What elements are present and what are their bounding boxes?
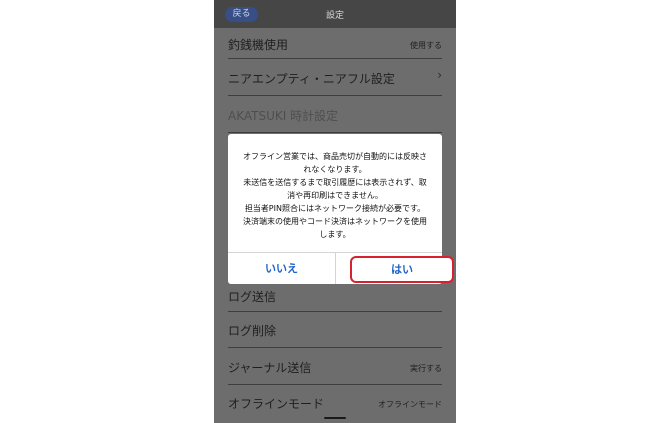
offline-confirm-dialog: オフライン営業では、商品売切が自動的には反映さ れなくなります。 未送信を送信す… [228,134,454,284]
yes-button[interactable]: はい [350,256,454,283]
setting-row-offline-mode[interactable]: オフラインモード オフラインモード [228,385,442,421]
top-nav-bar: 戻る 設定 [214,0,456,28]
dialog-message-line: れなくなります。 [303,165,367,174]
chevron-right-icon: › [437,68,442,82]
dialog-message: オフライン営業では、商品売切が自動的には反映さ れなくなります。 未送信を送信す… [236,150,434,241]
setting-value-offline-mode: オフラインモード [378,400,442,409]
setting-label-offline-mode: オフラインモード [228,397,325,411]
setting-row-akatsuki-time[interactable]: AKATSUKI 時計設定 [228,96,442,133]
setting-label-change-machine: 釣銭機使用 [228,38,289,52]
phone-screen: 戻る 設定 釣銭機使用 使用する ニアエンプティ・ニアフル設定 › AKATSU… [214,0,456,423]
dialog-message-line: 決済端末の使用やコード決済はネットワークを使用 [243,217,427,226]
setting-label-akatsuki-time: AKATSUKI 時計設定 [228,109,339,123]
setting-row-journal-send[interactable]: ジャーナル送信 実行する [228,348,442,385]
no-button[interactable]: いいえ [228,253,335,284]
dialog-message-line: 担当者PIN照合にはネットワーク接続が必要です。 [244,204,426,213]
setting-label-log-delete: ログ削除 [228,324,277,338]
page-title: 設定 [325,11,344,21]
setting-label-log-send: ログ送信 [228,290,277,304]
dialog-message-line: 未送信を送信するまで取引履歴には表示されず、取 [243,178,427,187]
dialog-message-line: 消や再印刷はできません。 [287,191,383,200]
setting-row-change-machine[interactable]: 釣銭機使用 使用する [228,28,442,59]
dialog-message-line: します。 [319,230,351,239]
setting-value-journal-send: 実行する [410,364,442,373]
button-separator [335,253,336,284]
setting-row-near-empty[interactable]: ニアエンプティ・ニアフル設定 › [228,59,442,96]
dialog-message-line: オフライン営業では、商品売切が自動的には反映さ [243,152,427,161]
home-indicator [324,417,346,419]
setting-row-log-delete[interactable]: ログ削除 [228,312,442,348]
setting-label-near-empty: ニアエンプティ・ニアフル設定 [228,72,395,86]
setting-label-journal-send: ジャーナル送信 [228,361,312,375]
setting-value-change-machine: 使用する [410,41,442,50]
